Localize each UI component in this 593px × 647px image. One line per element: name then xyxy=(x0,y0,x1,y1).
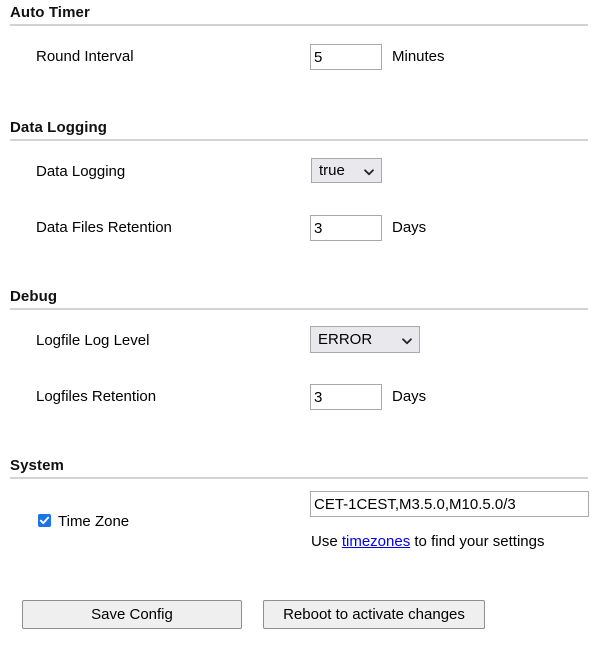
section-divider-debug xyxy=(10,308,588,310)
timezones-link[interactable]: timezones xyxy=(342,533,410,550)
logfiles-retention-input[interactable] xyxy=(310,384,382,410)
field-label-logfile-log-level: Logfile Log Level xyxy=(36,332,150,349)
unit-label-logfiles-retention: Days xyxy=(392,388,427,405)
unit-label-round-interval: Minutes xyxy=(392,48,445,65)
save-config-button[interactable]: Save Config xyxy=(22,600,242,629)
timezone-hint-after: to find your settings xyxy=(410,533,545,550)
section-title-debug: Debug xyxy=(10,288,58,305)
round-interval-input[interactable] xyxy=(310,44,382,70)
section-divider-auto-timer xyxy=(10,24,588,26)
data-logging-select[interactable]: true xyxy=(311,158,382,183)
field-label-data-logging: Data Logging xyxy=(36,163,126,180)
timezone-hint: Use timezones to find your settings xyxy=(311,533,544,550)
time-zone-checkbox[interactable] xyxy=(38,514,51,527)
section-title-auto-timer: Auto Timer xyxy=(10,4,90,21)
field-label-time-zone: Time Zone xyxy=(58,513,130,530)
logfile-log-level-select-value: ERROR xyxy=(318,331,373,348)
field-label-round-interval: Round Interval xyxy=(36,48,134,65)
section-title-system: System xyxy=(10,457,64,474)
unit-label-data-files-retention: Days xyxy=(392,219,427,236)
logfile-log-level-select[interactable]: ERROR xyxy=(310,326,420,353)
data-files-retention-input[interactable] xyxy=(310,215,382,241)
settings-page: Auto Timer Round Interval Minutes Data L… xyxy=(0,0,593,647)
section-divider-data-logging xyxy=(10,139,588,141)
data-logging-select-value: true xyxy=(319,162,345,179)
check-icon xyxy=(39,516,50,525)
chevron-down-icon xyxy=(363,165,375,177)
section-divider-system xyxy=(10,477,588,479)
reboot-button[interactable]: Reboot to activate changes xyxy=(263,600,485,629)
chevron-down-icon xyxy=(401,334,413,346)
field-label-data-files-retention: Data Files Retention xyxy=(36,219,172,236)
timezone-hint-before: Use xyxy=(311,533,342,550)
section-title-data-logging: Data Logging xyxy=(10,119,108,136)
field-label-logfiles-retention: Logfiles Retention xyxy=(36,388,157,405)
time-zone-input[interactable] xyxy=(310,491,589,517)
